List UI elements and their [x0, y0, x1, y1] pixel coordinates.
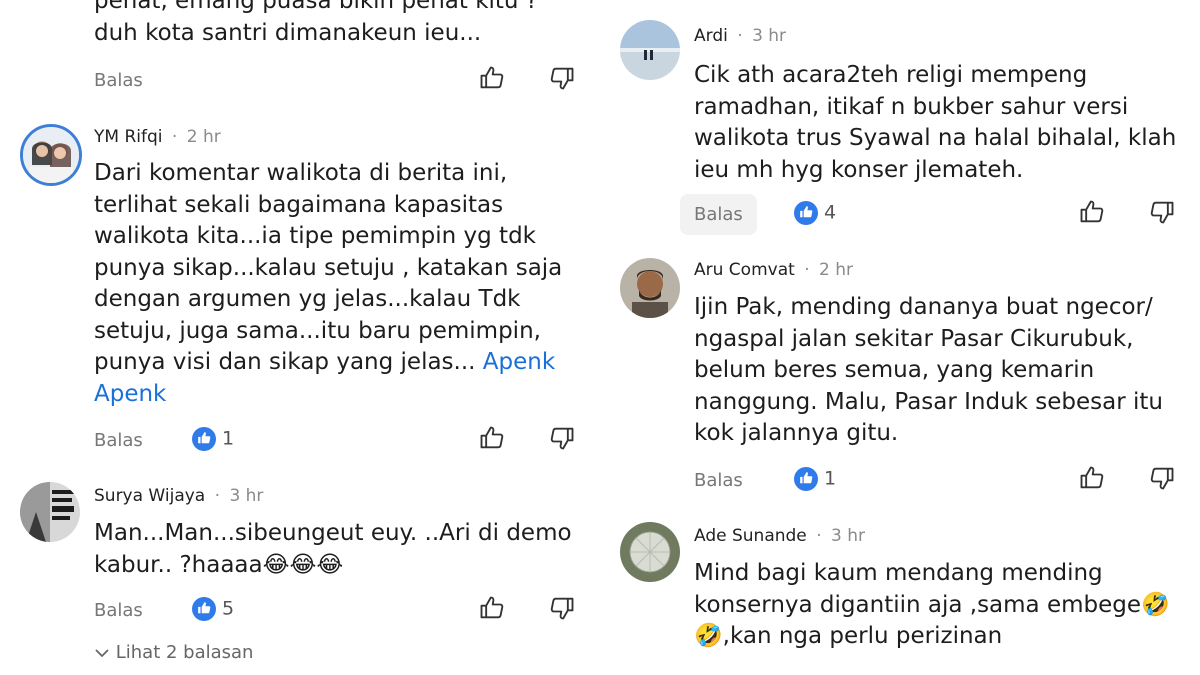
- comment-actions: Balas 4: [680, 194, 1184, 236]
- comment-time: 3 hr: [229, 486, 264, 506]
- reply-button[interactable]: Balas: [94, 70, 143, 91]
- reply-button[interactable]: Balas: [694, 470, 743, 491]
- commenter-name[interactable]: Ade Sunande: [694, 526, 807, 546]
- comment-actions: Balas 5: [94, 592, 584, 632]
- reply-button[interactable]: Balas: [94, 600, 143, 621]
- thumbs-down-icon[interactable]: [548, 594, 576, 622]
- comment-time: 2 hr: [819, 260, 853, 280]
- thumbs-down-icon[interactable]: [548, 64, 576, 92]
- thumbs-up-icon[interactable]: [1078, 198, 1106, 226]
- reply-button[interactable]: Balas: [94, 430, 143, 451]
- thumbs-down-icon[interactable]: [1148, 198, 1176, 226]
- comment-text-content: Dari komentar walikota di berita ini, te…: [94, 160, 563, 375]
- avatar[interactable]: [620, 20, 680, 80]
- thumbs-up-icon[interactable]: [478, 64, 506, 92]
- like-badge-icon: [192, 597, 216, 621]
- reply-button[interactable]: Balas: [680, 194, 757, 235]
- like-badge-icon: [192, 427, 216, 451]
- like-count: 1: [794, 467, 836, 491]
- comment-text: Man...Man...sibeungeut euy. ..Ari di dem…: [94, 520, 572, 578]
- like-count: 4: [794, 201, 836, 225]
- like-badge-icon: [794, 467, 818, 491]
- like-badge-icon: [794, 201, 818, 225]
- comment-time: 2 hr: [186, 127, 221, 147]
- thumbs-down-icon[interactable]: [548, 424, 576, 452]
- thumbs-up-icon[interactable]: [478, 594, 506, 622]
- comment-actions: Balas 1: [694, 462, 1184, 502]
- comment-time: 3 hr: [831, 526, 865, 546]
- comment-actions: Balas 1: [94, 422, 584, 462]
- comments-column-right: Ardi · 3 hr Cik ath acara2teh religi mem…: [600, 0, 1200, 675]
- comments-column-left: penat, emang puasa bikin penat kitu ? du…: [0, 0, 600, 675]
- see-replies-button[interactable]: Lihat 2 balasan: [94, 642, 253, 663]
- thumbs-down-icon[interactable]: [1148, 464, 1176, 492]
- comment-text: Mind bagi kaum mendang mending konsernya…: [694, 560, 1170, 649]
- comment-text: Ijin Pak, mending dananya buat ngecor/ n…: [694, 294, 1164, 446]
- avatar[interactable]: [20, 482, 80, 542]
- comment-meta: Ade Sunande · 3 hr: [694, 526, 865, 546]
- commenter-name[interactable]: YM Rifqi: [94, 127, 163, 147]
- comment-meta: Surya Wijaya · 3 hr: [94, 486, 264, 506]
- like-count: 1: [192, 427, 234, 451]
- avatar[interactable]: [620, 522, 680, 582]
- thumbs-up-icon[interactable]: [1078, 464, 1106, 492]
- comment-text: Dari komentar walikota di berita ini, te…: [94, 158, 584, 410]
- comment-meta: YM Rifqi · 2 hr: [94, 127, 221, 147]
- comment-time: 3 hr: [752, 26, 787, 46]
- avatar[interactable]: [620, 258, 680, 318]
- chevron-down-icon: [94, 642, 116, 663]
- commenter-name[interactable]: Aru Comvat: [694, 260, 795, 280]
- commenter-name[interactable]: Ardi: [694, 26, 728, 46]
- comment-meta: Ardi · 3 hr: [694, 26, 787, 46]
- avatar[interactable]: [20, 124, 82, 186]
- comment-meta: Aru Comvat · 2 hr: [694, 260, 853, 280]
- like-count: 5: [192, 597, 234, 621]
- comment-text: penat, emang puasa bikin penat kitu ? du…: [94, 0, 539, 46]
- thumbs-up-icon[interactable]: [478, 424, 506, 452]
- comment-text: Cik ath acara2teh religi mempeng ramadha…: [694, 62, 1177, 183]
- comment-actions: Balas: [94, 62, 584, 102]
- commenter-name[interactable]: Surya Wijaya: [94, 486, 205, 506]
